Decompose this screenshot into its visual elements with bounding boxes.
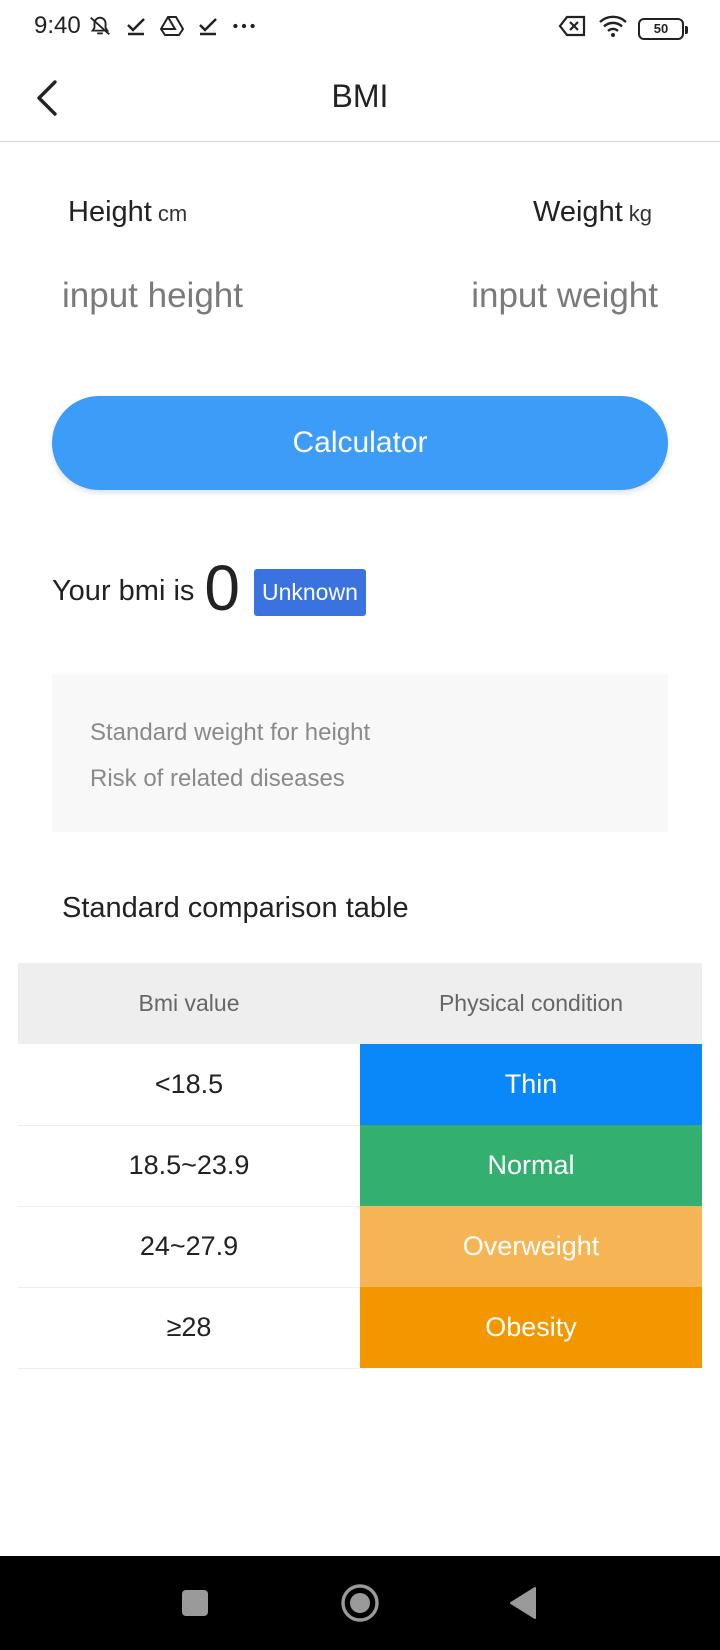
condition-cell: Obesity [360, 1287, 702, 1368]
comparison-table: Bmi value Physical condition <18.5 Thin … [18, 963, 702, 1369]
table-row: <18.5 Thin [18, 1044, 702, 1126]
status-bar: 9:40 50 [0, 0, 720, 54]
page-title: BMI [331, 78, 389, 114]
disease-risk-text: Risk of related diseases [90, 765, 345, 792]
table-row: ≥28 Obesity [18, 1287, 702, 1369]
table-header-row: Bmi value Physical condition [18, 963, 702, 1044]
weight-unit: kg [628, 201, 652, 226]
system-nav-bar [0, 1556, 720, 1650]
check-icon [124, 14, 148, 38]
more-dots-icon [232, 14, 256, 38]
status-system-icons: 50 [558, 14, 688, 43]
weight-label-text: Weight [533, 196, 623, 228]
height-label-text: Height [68, 196, 152, 228]
header-bmi-value: Bmi value [18, 963, 360, 1044]
home-icon [341, 1584, 379, 1622]
check-icon [196, 14, 220, 38]
battery-icon: 50 [638, 17, 688, 40]
condition-cell: Thin [360, 1044, 702, 1125]
bmi-value: 0 [204, 552, 240, 624]
bmi-range-cell: 18.5~23.9 [18, 1125, 360, 1207]
height-label: Height cm [68, 196, 187, 229]
recent-apps-button[interactable] [150, 1556, 240, 1650]
back-icon [510, 1587, 536, 1619]
comparison-table-title: Standard comparison table [62, 892, 409, 924]
status-time: 9:40 [34, 12, 81, 39]
drive-icon [160, 14, 184, 38]
bmi-status-badge: Unknown [253, 569, 366, 616]
bmi-range-cell: ≥28 [18, 1287, 360, 1369]
header-physical-condition: Physical condition [360, 963, 702, 1044]
sim-off-icon [558, 14, 588, 43]
weight-label: Weight kg [533, 196, 652, 229]
calculate-button[interactable]: Calculator [52, 396, 668, 490]
battery-level: 50 [653, 21, 669, 36]
height-unit: cm [157, 201, 188, 226]
bmi-info-box: Standard weight for height Risk of relat… [52, 674, 668, 832]
weight-input[interactable] [398, 276, 658, 316]
status-notification-icons [88, 14, 256, 38]
recent-apps-icon [182, 1590, 208, 1616]
bmi-result-prefix: Your bmi is [52, 575, 195, 607]
bmi-range-cell: <18.5 [18, 1044, 360, 1126]
top-nav-bar: BMI [0, 54, 720, 142]
table-row: 24~27.9 Overweight [18, 1206, 702, 1288]
home-button[interactable] [315, 1556, 405, 1650]
bmi-result: Your bmi is 0 Unknown [52, 540, 366, 630]
standard-weight-text: Standard weight for height [90, 719, 371, 746]
bmi-range-cell: 24~27.9 [18, 1206, 360, 1288]
condition-cell: Normal [360, 1125, 702, 1206]
condition-cell: Overweight [360, 1206, 702, 1287]
height-input[interactable] [62, 276, 322, 316]
wifi-icon [598, 14, 628, 43]
system-back-button[interactable] [478, 1556, 568, 1650]
table-row: 18.5~23.9 Normal [18, 1125, 702, 1207]
mute-notification-icon [88, 14, 112, 38]
